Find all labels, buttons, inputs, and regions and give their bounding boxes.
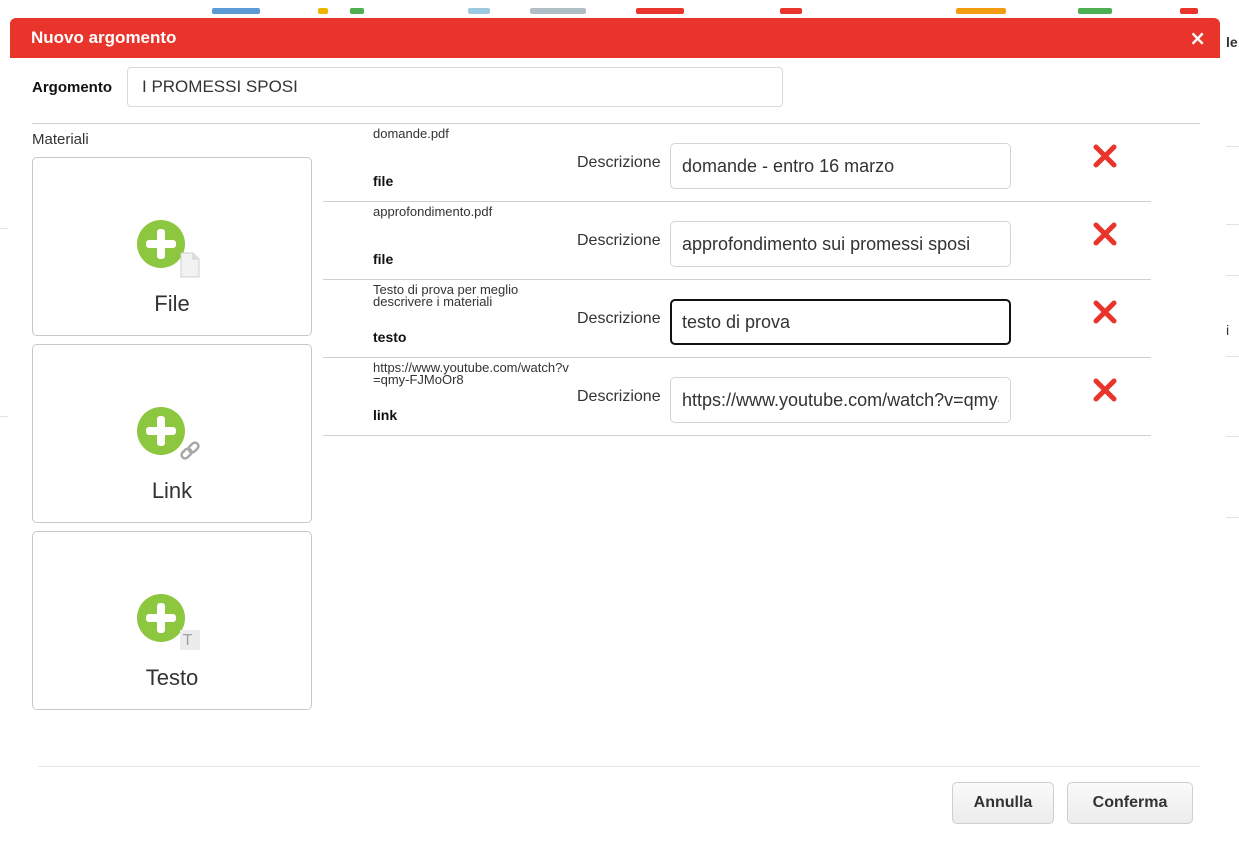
material-row: Testo di prova per meglio descrivere i m… xyxy=(323,280,1151,358)
description-input[interactable] xyxy=(670,299,1011,345)
material-name: approfondimento.pdf xyxy=(373,204,493,219)
add-file-label: File xyxy=(154,291,190,316)
plus-icon xyxy=(137,594,185,642)
modal-title: Nuovo argomento xyxy=(31,28,177,47)
topic-label: Argomento xyxy=(32,79,112,96)
file-icon xyxy=(180,252,200,278)
add-link-button[interactable]: Link xyxy=(32,344,312,523)
add-text-button[interactable]: T Testo xyxy=(32,531,312,710)
materials-label: Materiali xyxy=(32,131,89,148)
svg-text:T: T xyxy=(182,631,193,649)
material-type: testo xyxy=(373,329,407,345)
background-toolbar-strip xyxy=(0,0,1239,16)
material-name: domande.pdf xyxy=(373,126,449,141)
description-label: Descrizione xyxy=(577,388,661,405)
confirm-button[interactable]: Conferma xyxy=(1067,782,1193,824)
plus-icon xyxy=(137,407,185,455)
material-name: Testo di prova per meglio descrivere i m… xyxy=(373,282,519,309)
description-input[interactable] xyxy=(670,143,1011,189)
plus-icon xyxy=(137,220,185,268)
add-link-label: Link xyxy=(151,478,193,503)
add-text-label: Testo xyxy=(145,665,199,690)
background-divider xyxy=(0,228,8,229)
modal-header: Nuovo argomento × xyxy=(10,18,1220,58)
add-file-button[interactable]: File xyxy=(32,157,312,336)
material-type: file xyxy=(373,251,394,267)
delete-icon[interactable] xyxy=(1091,142,1119,170)
background-divider xyxy=(0,416,8,417)
material-row: https://www.youtube.com/watch?v=qmy-FJMo… xyxy=(323,358,1151,436)
delete-icon[interactable] xyxy=(1091,220,1119,248)
description-label: Descrizione xyxy=(577,310,661,327)
description-input[interactable] xyxy=(670,377,1011,423)
description-label: Descrizione xyxy=(577,232,661,249)
cancel-button[interactable]: Annulla xyxy=(952,782,1054,824)
close-icon[interactable]: × xyxy=(1189,26,1206,50)
topic-input[interactable] xyxy=(127,67,783,107)
material-name: https://www.youtube.com/watch?v=qmy-FJMo… xyxy=(373,360,569,387)
footer-divider xyxy=(38,766,1200,767)
material-type: file xyxy=(373,173,394,189)
background-text-fragment: i xyxy=(1226,322,1230,338)
material-row: domande.pdf file Descrizione xyxy=(323,124,1151,202)
description-label: Descrizione xyxy=(577,154,661,171)
delete-icon[interactable] xyxy=(1091,376,1119,404)
delete-icon[interactable] xyxy=(1091,298,1119,326)
description-input[interactable] xyxy=(670,221,1011,267)
text-icon: T xyxy=(180,630,200,650)
link-icon xyxy=(180,441,200,460)
new-topic-modal: Nuovo argomento × Argomento Materiali Fi… xyxy=(10,18,1220,841)
material-row: approfondimento.pdf file Descrizione xyxy=(323,202,1151,280)
material-type: link xyxy=(373,407,398,423)
background-text-fragment: le xyxy=(1226,34,1238,50)
